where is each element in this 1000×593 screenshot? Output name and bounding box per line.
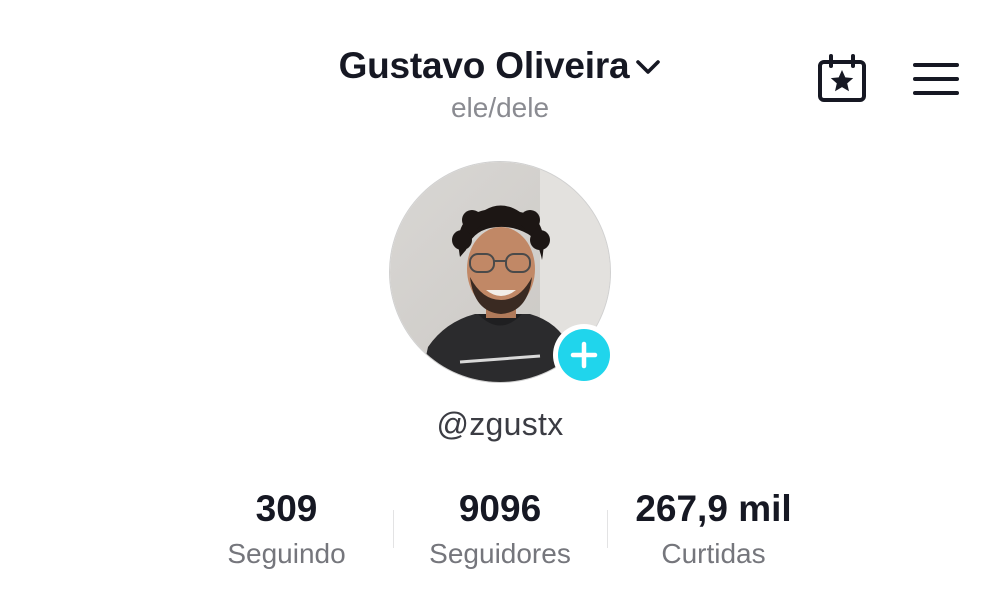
plus-icon[interactable] [558, 329, 610, 381]
stat-likes[interactable]: 267,9 mil Curtidas [607, 486, 820, 572]
stats-row: 309 Seguindo 9096 Seguidores 267,9 mil C… [180, 486, 820, 586]
stat-label: Seguidores [429, 538, 571, 569]
hamburger-menu-icon[interactable] [912, 59, 960, 104]
add-photo-button[interactable] [553, 324, 615, 386]
calendar-star-icon[interactable] [816, 53, 868, 109]
stat-value: 267,9 mil [635, 488, 792, 529]
stat-followers[interactable]: 9096 Seguidores [393, 486, 607, 572]
stat-value: 309 [255, 488, 318, 529]
stat-value: 9096 [458, 488, 542, 529]
stat-label: Curtidas [661, 538, 766, 569]
username: @zgustx [436, 406, 564, 442]
stat-label: Seguindo [227, 538, 346, 569]
display-name[interactable]: Gustavo Oliveira [339, 44, 630, 88]
menu-button[interactable] [910, 58, 962, 104]
calendar-button[interactable] [814, 53, 870, 109]
chevron-down-icon[interactable] [635, 57, 661, 77]
profile-page: Gustavo Oliveira ele/dele @zgustx 309 Se… [0, 0, 1000, 593]
avatar-container[interactable] [389, 161, 615, 386]
stat-following[interactable]: 309 Seguindo [180, 486, 393, 572]
